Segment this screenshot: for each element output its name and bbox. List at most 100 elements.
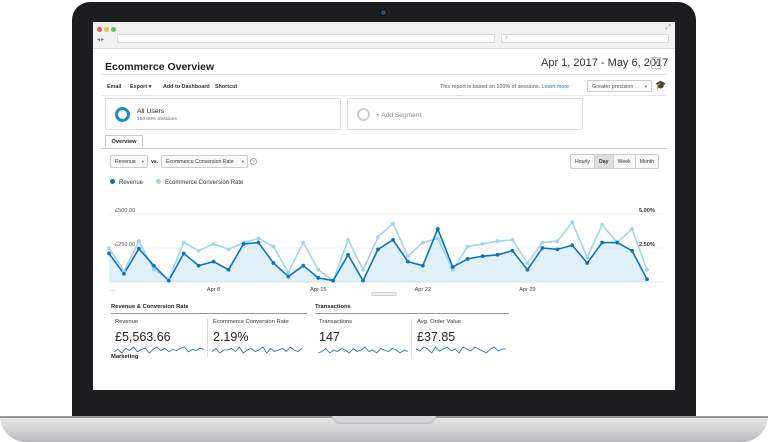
scorecard-label: Revenue [115, 319, 139, 325]
help-icon[interactable]: ? [250, 158, 257, 165]
add-segment-label: + Add Segment [376, 112, 422, 119]
browser-chrome: ◂▸ ⌕ ⤢ [93, 22, 675, 49]
magnifier-icon: ⌕ [505, 35, 509, 41]
x-axis-tick-label: Apr 15 [310, 287, 326, 292]
legend-revenue[interactable]: Revenue [110, 179, 143, 186]
revenue-point [301, 263, 306, 268]
minimize-window-dot[interactable] [104, 27, 109, 32]
email-button[interactable]: Email [107, 84, 121, 90]
forward-arrow-icon[interactable]: ▸ [101, 37, 105, 43]
maximize-window-dot[interactable] [111, 27, 116, 32]
revenue-point [510, 248, 515, 253]
conversion-point [301, 240, 306, 245]
revenue-point [645, 277, 649, 282]
chevron-down-icon: ▾ [644, 84, 647, 89]
add-segment-button[interactable]: + Add Segment [347, 98, 583, 130]
report-toolbar: Email Export ▾ Add to Dashboard Shortcut… [101, 76, 667, 96]
revenue-point [151, 263, 156, 268]
revenue-point [286, 274, 291, 279]
conversion-point [555, 239, 560, 244]
precision-select[interactable]: Greater precision ▾ [587, 80, 652, 92]
revenue-point [540, 246, 545, 250]
graduation-cap-icon[interactable]: 🎓 [655, 80, 666, 91]
tab-overview[interactable]: Overview [105, 135, 143, 148]
page-title: Ecommerce Overview [105, 61, 215, 73]
scorecard-transactions[interactable]: Transactions 147 [315, 314, 411, 356]
chevron-down-icon[interactable]: ▾ [651, 57, 661, 69]
sparkline-path [416, 346, 506, 354]
sparkline-path [114, 346, 204, 354]
fullscreen-icon[interactable]: ⤢ [665, 24, 671, 32]
scorecard-divider [207, 319, 208, 357]
scorecard-revenue[interactable]: Revenue £5,563.66 [111, 314, 207, 356]
sparkline [114, 346, 204, 354]
revenue-point [361, 278, 365, 283]
scorecard-group-title: Revenue & Conversion Rate [111, 304, 189, 310]
conversion-point [107, 246, 111, 250]
period-week-button[interactable]: Week [614, 155, 636, 168]
revenue-point [166, 278, 171, 283]
conversion-point [540, 240, 545, 245]
conversion-point [196, 248, 201, 253]
conversion-point [346, 237, 351, 242]
conversion-point [420, 240, 425, 245]
scorecard-conversion-rate[interactable]: Ecommerce Conversion Rate 2.19% [209, 314, 305, 356]
revenue-point [585, 261, 590, 265]
chevron-down-icon: ▾ [241, 159, 244, 164]
chart-resize-handle[interactable] [371, 292, 397, 296]
revenue-point [420, 263, 425, 268]
primary-metric-select[interactable]: Revenue ▾ [110, 155, 148, 168]
laptop-frame: ◂▸ ⌕ ⤢ Ecommerce Overview Apr 1, 2017 - … [0, 0, 768, 442]
revenue-point [600, 240, 605, 245]
revenue-conversion-chart[interactable]: £500.00 £250.00 5.00% 2.50% … Apr 8 Apr 15 Apr … [101, 188, 667, 292]
conversion-point [480, 242, 485, 246]
right-axis-label: 2.50% [639, 242, 655, 248]
conversion-point [465, 244, 470, 249]
revenue-point [555, 247, 560, 252]
revenue-point [450, 265, 455, 269]
revenue-point [615, 240, 620, 245]
section-title-marketing: Marketing [111, 354, 139, 360]
laptop-opening-notch [332, 416, 436, 424]
revenue-point [122, 271, 126, 276]
conversion-point [645, 267, 649, 272]
revenue-point [211, 259, 216, 264]
scorecard-avg-order-value[interactable]: Avg. Order Value £37.85 [413, 314, 509, 356]
secondary-metric-select[interactable]: Ecommerce Conversion Rate ▾ [161, 155, 248, 168]
period-hourly-button[interactable]: Hourly [571, 155, 595, 168]
legend-bullet [110, 179, 115, 184]
segment-ring-icon [357, 108, 370, 121]
add-to-dashboard-button[interactable]: Add to Dashboard [163, 84, 210, 90]
legend-conversion[interactable]: Ecommerce Conversion Rate [156, 179, 243, 186]
segment-all-users[interactable]: All Users 100.00% Sessions [105, 98, 341, 130]
conversion-point [226, 247, 231, 252]
legend-revenue-label: Revenue [119, 180, 144, 186]
screen: ◂▸ ⌕ ⤢ Ecommerce Overview Apr 1, 2017 - … [93, 22, 675, 390]
sparkline-path [212, 346, 302, 354]
browser-search-bar[interactable]: ⌕ [501, 34, 669, 43]
revenue-point [226, 267, 231, 272]
header-divider [101, 74, 667, 75]
revenue-point [391, 237, 395, 242]
learn-more-link[interactable]: Learn more [542, 84, 570, 90]
legend-bullet [156, 179, 161, 184]
revenue-point [196, 263, 201, 268]
revenue-point [525, 267, 530, 272]
sparkline [416, 346, 506, 354]
revenue-point [346, 252, 351, 257]
revenue-point [136, 246, 141, 251]
revenue-point [271, 261, 276, 265]
chevron-down-icon: ▾ [141, 159, 144, 164]
x-axis-tick-label: Apr 22 [415, 287, 431, 292]
address-bar[interactable] [117, 34, 495, 43]
date-range-picker[interactable]: Apr 1, 2017 - May 6, 2017 [541, 57, 668, 69]
shortcut-button[interactable]: Shortcut [215, 84, 237, 90]
scorecard-divider [411, 319, 412, 357]
sparkline [212, 346, 302, 354]
conversion-point [256, 236, 261, 241]
conversion-point [435, 236, 440, 241]
close-window-dot[interactable] [97, 27, 102, 32]
period-day-button[interactable]: Day [595, 155, 614, 168]
export-button[interactable]: Export ▾ [130, 84, 151, 90]
period-month-button[interactable]: Month [636, 155, 658, 168]
